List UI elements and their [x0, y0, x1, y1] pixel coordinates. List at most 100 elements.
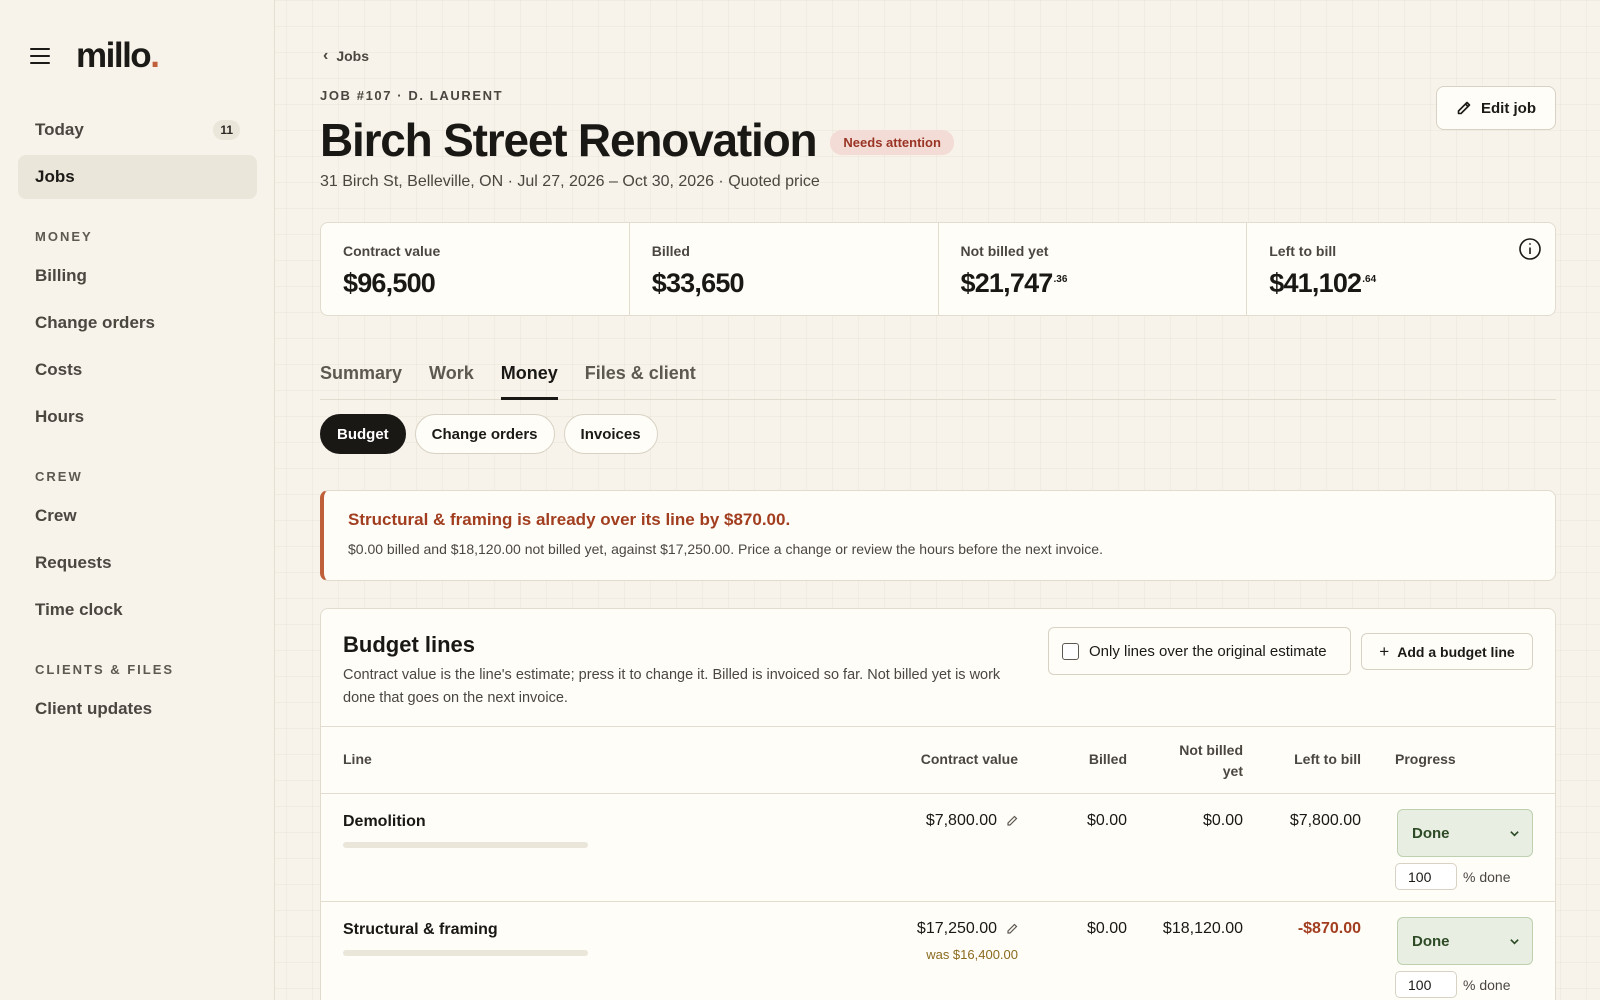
- percent-done-label: % done: [1463, 868, 1511, 885]
- stat-billed: Billed $33,650: [630, 223, 939, 315]
- sidebar-item-billing[interactable]: Billing: [18, 254, 257, 298]
- info-icon[interactable]: [1518, 237, 1542, 261]
- sidebar-section-title: MONEY: [35, 229, 93, 244]
- progress-bar: [343, 842, 588, 848]
- status-select[interactable]: Done: [1397, 809, 1533, 857]
- pencil-icon[interactable]: [1006, 923, 1018, 935]
- budget-description: Contract value is the line's estimate; p…: [343, 667, 1001, 706]
- sidebar-item-client-updates[interactable]: Client updates: [18, 687, 257, 731]
- col-progress: Progress: [1395, 751, 1456, 767]
- plus-icon: +: [1379, 641, 1390, 661]
- count-badge: 11: [213, 120, 240, 140]
- stat-label: Not billed yet: [960, 243, 1049, 259]
- tab-summary[interactable]: Summary: [320, 356, 402, 399]
- title-row: Birch Street Renovation Needs attention: [320, 113, 954, 167]
- table-row: Demolition $7,800.00 $0.00 $0.00 $7,800.…: [321, 794, 1555, 902]
- left-to-bill-cell: $7,800.00: [1289, 812, 1361, 829]
- contract-value-cell[interactable]: $7,800.00: [926, 812, 1018, 830]
- tab-work[interactable]: Work: [429, 356, 474, 399]
- stat-contract-value: Contract value $96,500: [321, 223, 630, 315]
- sidebar-item-today[interactable]: Today 11: [18, 108, 257, 152]
- edit-job-label: Edit job: [1481, 99, 1536, 117]
- sidebar-section-title: CLIENTS & FILES: [35, 662, 175, 677]
- table-header: Line Contract value Billed Not billed ye…: [321, 727, 1555, 794]
- percent-done: % done: [1395, 863, 1510, 890]
- chevron-down-icon: [1510, 830, 1519, 837]
- back-link[interactable]: ‹ Jobs: [323, 47, 369, 65]
- stat-left-to-bill: Left to bill $41,102.64: [1247, 223, 1555, 315]
- over-estimate-filter[interactable]: Only lines over the original estimate: [1048, 627, 1351, 675]
- stat-label: Contract value: [343, 243, 441, 259]
- sidebar: millo. Today 11 Jobs MONEY Billing Chang…: [0, 0, 275, 1000]
- line-name: Demolition: [343, 813, 426, 830]
- left-to-bill-cell: -$870.00: [1297, 920, 1361, 937]
- percent-done-input[interactable]: [1395, 971, 1457, 998]
- filter-label: Only lines over the original estimate: [1089, 642, 1327, 660]
- percent-done: % done: [1395, 971, 1510, 998]
- sidebar-item-jobs[interactable]: Jobs: [18, 155, 257, 199]
- job-eyebrow: JOB #107 · D. LAURENT: [320, 88, 504, 103]
- job-details: 31 Birch St, Belleville, ON · Jul 27, 20…: [320, 173, 820, 190]
- pencil-icon: [1457, 101, 1471, 115]
- alert-title: Structural & framing is already over its…: [348, 510, 791, 529]
- col-line: Line: [343, 751, 372, 767]
- sidebar-item-requests[interactable]: Requests: [18, 541, 257, 585]
- stat-value: $96,500: [343, 268, 436, 298]
- subtab-pills: Budget Change orders Invoices: [320, 414, 667, 454]
- brand: millo.: [30, 36, 160, 76]
- sidebar-item-label: Today: [35, 120, 84, 139]
- not-billed-cell: $0.00: [1202, 812, 1243, 829]
- over-budget-alert: Structural & framing is already over its…: [320, 490, 1556, 581]
- stat-not-billed-yet: Not billed yet $21,747.36: [939, 223, 1248, 315]
- pill-invoices[interactable]: Invoices: [563, 414, 658, 454]
- tab-files-client[interactable]: Files & client: [585, 356, 696, 399]
- col-contract-value: Contract value: [920, 751, 1018, 767]
- sidebar-section-title: CREW: [35, 469, 83, 484]
- add-budget-line-button[interactable]: + Add a budget line: [1361, 633, 1533, 670]
- stat-value: $33,650: [651, 268, 745, 298]
- sidebar-item-hours[interactable]: Hours: [18, 395, 257, 439]
- pencil-icon[interactable]: [1006, 815, 1018, 827]
- tab-bar: Summary Work Money Files & client: [320, 356, 1556, 400]
- chevron-down-icon: [1510, 938, 1519, 945]
- sidebar-item-label: Jobs: [35, 167, 75, 186]
- back-label: Jobs: [336, 48, 370, 64]
- sidebar-item-costs[interactable]: Costs: [18, 348, 257, 392]
- page-title: Birch Street Renovation: [320, 114, 818, 166]
- pill-budget[interactable]: Budget: [320, 414, 406, 454]
- contract-value-cell[interactable]: $17,250.00: [917, 920, 1018, 938]
- add-budget-line-label: Add a budget line: [1397, 643, 1515, 660]
- alert-body: $0.00 billed and $18,120.00 not billed y…: [348, 541, 1103, 557]
- stat-value: $41,102.64: [1269, 268, 1377, 298]
- logo[interactable]: millo.: [76, 36, 160, 76]
- billed-cell: $0.00: [1086, 920, 1127, 937]
- col-not-billed-yet: Not billed yet: [1179, 742, 1243, 779]
- stat-label: Billed: [651, 243, 690, 259]
- tab-money[interactable]: Money: [500, 356, 558, 400]
- percent-done-label: % done: [1463, 976, 1511, 993]
- sidebar-item-crew[interactable]: Crew: [18, 494, 257, 538]
- percent-done-input[interactable]: [1395, 863, 1457, 890]
- status-select[interactable]: Done: [1397, 917, 1533, 965]
- table-row: Structural & framing $17,250.00 was $16,…: [321, 902, 1555, 1000]
- sidebar-nav: Today 11 Jobs MONEY Billing Change order…: [18, 108, 257, 734]
- edit-job-button[interactable]: Edit job: [1436, 86, 1556, 130]
- budget-header: Budget lines Contract value is the line'…: [321, 609, 1555, 727]
- pill-change-orders[interactable]: Change orders: [414, 414, 555, 454]
- progress-bar: [343, 950, 588, 956]
- stat-value: $21,747.36: [960, 268, 1068, 298]
- original-estimate-note: was $16,400.00: [926, 947, 1018, 962]
- not-billed-cell: $18,120.00: [1162, 920, 1243, 937]
- filter-checkbox[interactable]: [1062, 642, 1079, 660]
- stats-bar: Contract value $96,500 Billed $33,650 No…: [320, 222, 1556, 316]
- stat-label: Left to bill: [1269, 243, 1337, 259]
- menu-icon[interactable]: [30, 48, 50, 64]
- sidebar-item-change-orders[interactable]: Change orders: [18, 301, 257, 345]
- status-badge: Needs attention: [830, 129, 954, 155]
- budget-lines-card: Budget lines Contract value is the line'…: [320, 608, 1556, 1000]
- col-billed: Billed: [1088, 751, 1127, 767]
- chevron-left-icon: ‹: [323, 47, 329, 64]
- line-name: Structural & framing: [343, 921, 498, 938]
- billed-cell: $0.00: [1086, 812, 1127, 829]
- sidebar-item-time-clock[interactable]: Time clock: [18, 588, 257, 632]
